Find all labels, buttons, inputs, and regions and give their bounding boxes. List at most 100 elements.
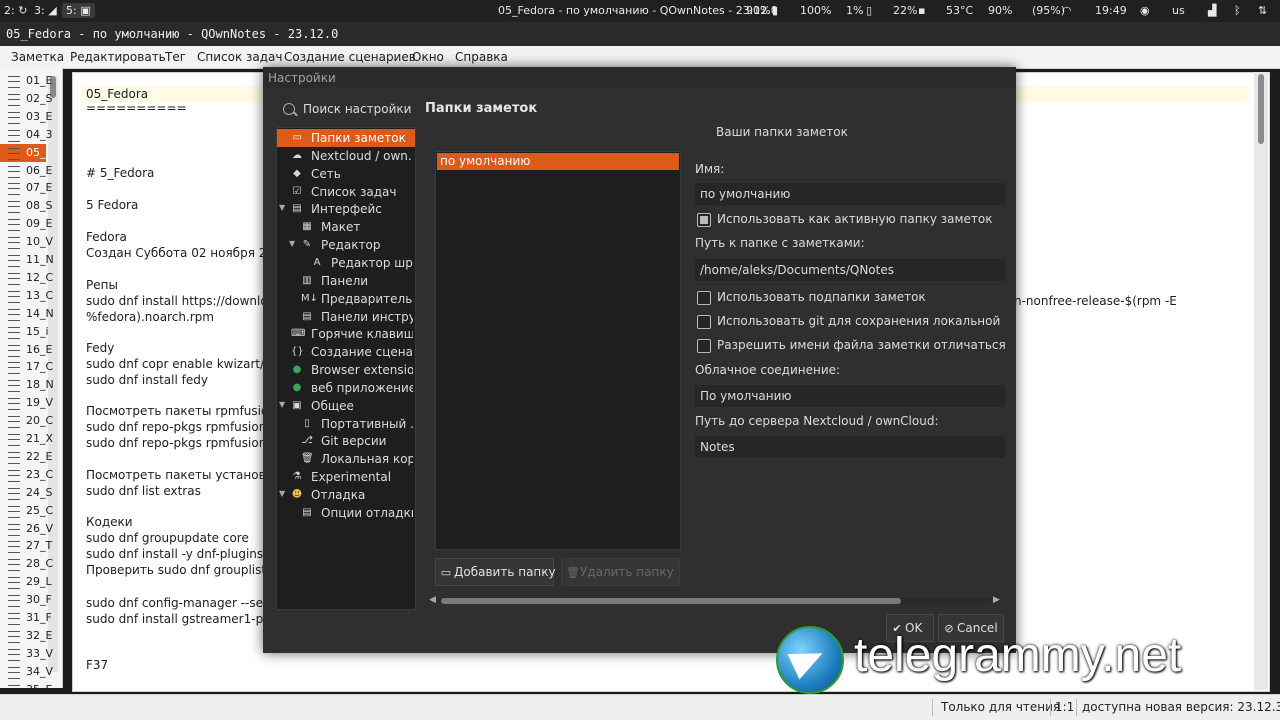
name-field[interactable]: по умолчанию	[695, 183, 1005, 205]
settings-tree-item[interactable]: ▤ Опции отладки	[277, 504, 415, 522]
editor-line[interactable]: # 5_Fedora	[86, 166, 154, 180]
note-list-item[interactable]: 19_V	[0, 394, 53, 412]
note-list-item[interactable]: 09_E	[0, 215, 52, 233]
note-list-item[interactable]: 18_N	[0, 376, 54, 394]
note-list-item[interactable]: 13_C	[0, 287, 53, 305]
menu-note[interactable]: Заметка	[11, 50, 64, 64]
editor-line[interactable]: Проверить sudo dnf grouplist -v	[86, 563, 281, 577]
workspace-5[interactable]: 5: ▣	[62, 3, 95, 18]
settings-tree-item[interactable]: ⎇ Git версии	[277, 432, 415, 450]
note-list[interactable]: 01_E 02_S 03_E 04_3 05_I 06_E 07_E 08_S 09_E 10_V…	[0, 68, 63, 688]
editor-line[interactable]: sudo dnf list extras	[86, 484, 201, 498]
workspace-2[interactable]: 2: ↻	[4, 4, 27, 17]
note-list-item[interactable]: 31_F	[0, 609, 52, 627]
use-as-active-checkbox[interactable]	[697, 213, 711, 227]
editor-line[interactable]: sudo dnf install gstreamer1-plugi	[86, 612, 285, 626]
note-folder-item[interactable]: по умолчанию	[437, 153, 679, 170]
settings-tree-item[interactable]: ▼ ▣ Общее	[277, 397, 415, 415]
settings-tree-item[interactable]: ▯ Портативный ...	[277, 415, 415, 433]
note-list-item[interactable]: 21_X	[0, 430, 53, 448]
menu-edit[interactable]: Редактировать	[70, 50, 166, 64]
editor-scroll-thumb[interactable]	[1258, 74, 1264, 144]
note-list-item[interactable]: 34_V	[0, 663, 53, 681]
horizontal-scrollbar[interactable]: ◀ ▶	[427, 595, 1003, 607]
menu-tag[interactable]: Тег	[165, 50, 186, 64]
note-list-item[interactable]: 10_V	[0, 233, 53, 251]
settings-search-input[interactable]	[303, 99, 413, 119]
note-list-item[interactable]: 01_E	[0, 72, 52, 90]
settings-tree-item[interactable]: ▼ ✎ Редактор	[277, 236, 415, 254]
editor-line[interactable]: sudo dnf install https://download1	[86, 294, 290, 308]
network-icon[interactable]: ⇅	[1258, 4, 1267, 17]
editor-line[interactable]: Fedy	[86, 341, 114, 355]
settings-tree-item[interactable]: ☁ Nextcloud / own...	[277, 147, 415, 165]
settings-tree-item[interactable]: ▥ Панели	[277, 272, 415, 290]
eye-icon[interactable]: ◉	[1140, 4, 1150, 17]
settings-tree-item[interactable]: {} Создание сцена...	[277, 343, 415, 361]
expand-arrow-icon[interactable]: ▼	[279, 203, 285, 212]
note-list-item[interactable]: 08_S	[0, 197, 52, 215]
note-list-item[interactable]: 20_C	[0, 412, 53, 430]
note-list-item[interactable]: 24_S	[0, 484, 52, 502]
editor-line[interactable]: ==========	[86, 101, 187, 115]
editor-line[interactable]: Fedora	[86, 230, 127, 244]
editor-line[interactable]: Репы	[86, 278, 118, 292]
note-list-item[interactable]: 25_C	[0, 502, 53, 520]
editor-line[interactable]: sudo dnf copr enable kwizart/fedy	[86, 357, 290, 371]
note-list-item[interactable]: 06_E	[0, 162, 52, 180]
editor-line[interactable]: 05_Fedora	[86, 87, 148, 101]
readonly-status[interactable]: Только для чтения	[941, 700, 1060, 714]
cloud-connection-select[interactable]: По умолчанию	[695, 385, 1005, 407]
note-list-item[interactable]: 07_E	[0, 179, 52, 197]
allow-filename-checkbox[interactable]	[697, 339, 711, 353]
editor-line[interactable]: sudo dnf repo-pkgs rpmfusion-no	[86, 436, 286, 450]
settings-tree-item[interactable]: ▼ ☻ Отладка	[277, 486, 415, 504]
note-folder-list[interactable]: по умолчанию	[435, 151, 681, 550]
note-list-item[interactable]: 26_V	[0, 520, 53, 538]
expand-arrow-icon[interactable]: ▼	[289, 239, 295, 248]
editor-line[interactable]: sudo dnf install -y dnf-plugins-cor	[86, 547, 286, 561]
note-list-item[interactable]: 12_C	[0, 269, 53, 287]
settings-tree-item[interactable]: ● Browser extensio...	[277, 361, 415, 379]
editor-line[interactable]: 5 Fedora	[86, 198, 138, 212]
note-list-item[interactable]: 17_C	[0, 358, 53, 376]
settings-tree-item[interactable]: ▤ Панели инстру...	[277, 308, 415, 326]
editor-line[interactable]: %fedora).noarch.rpm	[86, 310, 214, 324]
settings-tree-item[interactable]: ▭ Папки заметок	[277, 129, 415, 147]
note-list-item[interactable]: 29_L	[0, 573, 52, 591]
editor-line[interactable]: Посмотреть пакеты rpmfusion :	[86, 404, 284, 418]
note-list-item[interactable]: 23_C	[0, 466, 53, 484]
workspace-3[interactable]: 3: ◢	[34, 4, 57, 17]
note-list-item[interactable]: 04_3	[0, 126, 53, 144]
editor-scrollbar[interactable]	[1254, 72, 1268, 690]
settings-tree-item[interactable]: ⌨ Горячие клавиши	[277, 325, 415, 343]
note-list-item[interactable]: 02_S	[0, 90, 52, 108]
note-list-item[interactable]: 03_E	[0, 108, 52, 126]
note-list-item[interactable]: 28_C	[0, 555, 53, 573]
note-list-item[interactable]: 14_N	[0, 305, 54, 323]
bluetooth-icon[interactable]: ᛒ	[1234, 4, 1241, 17]
update-available-status[interactable]: доступна новая версия: 23.12.3	[1082, 700, 1280, 714]
settings-tree-item[interactable]: 🗑 Локальная кор...	[277, 450, 415, 468]
scroll-right-icon[interactable]: ▶	[993, 595, 1000, 605]
note-list-item[interactable]: 15_i	[0, 323, 49, 341]
editor-line[interactable]: Кодеки	[86, 515, 133, 529]
note-list-item[interactable]: 27_T	[0, 537, 52, 555]
editor-line[interactable]: sudo dnf config-manager --set-en	[86, 596, 287, 610]
use-git-checkbox[interactable]	[697, 315, 711, 329]
add-folder-button[interactable]: ▭ Добавить папку	[435, 558, 556, 586]
expand-arrow-icon[interactable]: ▼	[279, 400, 285, 409]
note-list-item[interactable]: 05_I	[0, 143, 49, 162]
editor-line[interactable]: sudo dnf repo-pkgs rpmfusion-fre	[86, 420, 287, 434]
settings-search-box[interactable]	[275, 97, 413, 121]
menu-help[interactable]: Справка	[455, 50, 508, 64]
scroll-left-icon[interactable]: ◀	[429, 595, 436, 605]
menu-window[interactable]: Окно	[412, 50, 444, 64]
settings-tree[interactable]: ▭ Папки заметок ☁ Nextcloud / own... ◆ Сеть ☑ С…	[276, 127, 416, 610]
remove-folder-button[interactable]: 🗑Удалить папку	[561, 558, 680, 586]
use-subfolders-checkbox[interactable]	[697, 291, 711, 305]
settings-tree-item[interactable]: ◆ Сеть	[277, 165, 415, 183]
editor-line[interactable]: sudo dnf groupupdate core	[86, 531, 249, 545]
editor-line[interactable]: sudo dnf install fedy	[86, 373, 208, 387]
settings-tree-item[interactable]: M↓Предваритель...	[277, 290, 415, 308]
